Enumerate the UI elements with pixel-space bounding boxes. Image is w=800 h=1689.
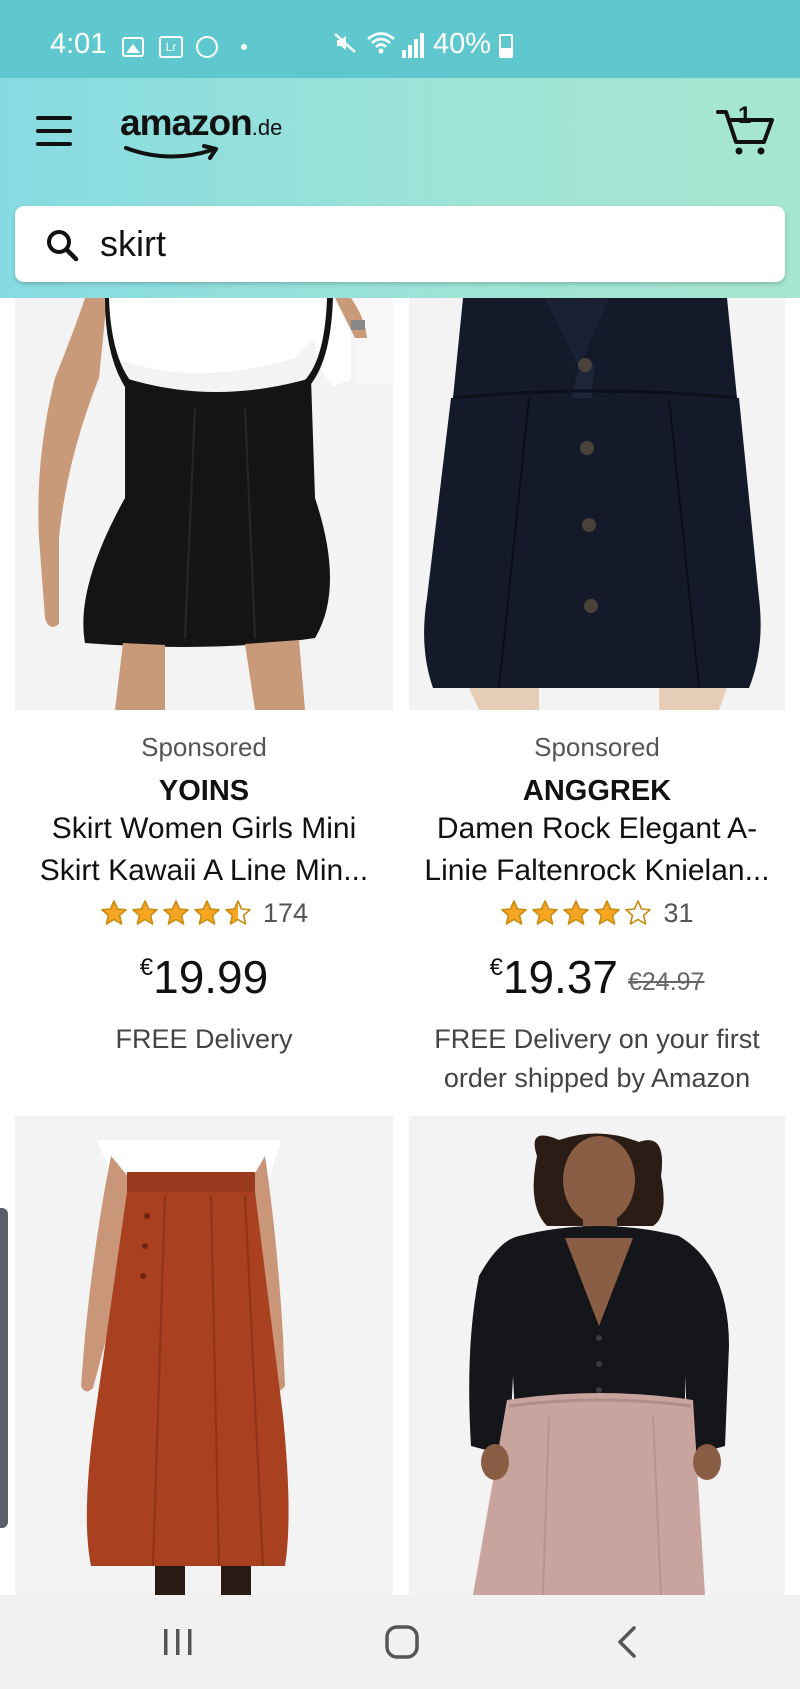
product-brand: YOINS [158,775,250,807]
product-title-line1[interactable]: Skirt Women Girls Mini [15,808,393,850]
star-rating [500,899,655,927]
amazon-logo[interactable]: amazon.de [120,102,282,162]
star-icon [225,900,251,925]
delivery-text: FREE Delivery [115,1024,293,1054]
star-icon [194,900,220,925]
recents-button[interactable] [148,1617,208,1667]
star-icon [163,900,189,925]
cart-count-badge: 1 [738,102,752,129]
product-image[interactable] [409,1116,785,1595]
star-icon [532,900,559,925]
wifi-icon [366,30,396,56]
logo-smile-icon [124,144,218,160]
product-title-line2[interactable]: Skirt Kawaii A Line Min... [15,850,393,892]
logo-tld: .de [251,115,283,140]
delivery-text: FREE Delivery on your first order shippe… [409,1020,785,1098]
more-notifications-icon [241,44,247,50]
gallery-icon [122,37,144,57]
delivery-line2: order shipped by Amazon [443,1063,751,1093]
star-rating [100,899,255,927]
price: € 19.99 [15,950,393,1004]
price-currency: € [139,954,154,981]
recents-icon [164,1629,192,1655]
price: € 19.37 €24.97 [409,950,785,1004]
edge-panel-handle[interactable] [0,1208,8,1528]
product-brand: ANGGREK [522,775,672,807]
old-price: €24.97 [628,968,705,996]
rating-count: 31 [663,897,694,928]
rating-row[interactable]: 31 [409,896,785,930]
search-bar[interactable] [15,206,785,282]
mute-icon [333,30,357,56]
back-button[interactable] [596,1617,656,1667]
home-icon [385,1625,419,1659]
battery-icon [499,34,513,58]
product-title-line1[interactable]: Damen Rock Elegant A- [409,808,785,850]
app-header: amazon.de 1 [0,78,800,298]
signal-icon [402,32,426,58]
star-icon [132,900,158,925]
rating-count: 174 [262,897,309,928]
back-icon [618,1626,636,1658]
price-currency: € [489,954,503,981]
star-icon [101,900,127,925]
search-input[interactable] [100,206,740,282]
logo-text: amazon [120,102,253,143]
sponsored-label: Sponsored [534,732,660,762]
product-image[interactable] [409,298,785,710]
system-nav-bar [0,1595,800,1689]
star-icon [625,900,652,925]
status-bar: 4:01 Lr 40% [0,0,800,78]
price-amount: 19.37 [502,951,618,1003]
lightroom-icon: Lr [159,36,183,58]
product-image[interactable] [15,298,393,710]
star-icon [594,900,621,925]
star-icon [501,900,528,925]
product-image[interactable] [15,1116,393,1595]
status-time: 4:01 [50,28,107,60]
search-icon[interactable] [45,228,79,262]
cart-button[interactable]: 1 [716,102,774,156]
price-amount: 19.99 [153,951,269,1003]
product-title-line2[interactable]: Linie Faltenrock Knielan... [409,850,785,892]
delivery-line1: FREE Delivery on your first [434,1024,760,1054]
sponsored-label: Sponsored [141,732,267,762]
rating-row[interactable]: 174 [15,896,393,930]
battery-percent: 40% [433,28,492,60]
product-info[interactable]: Sponsored YOINS Skirt Women Girls Mini S… [15,732,393,1059]
product-grid: Sponsored YOINS Skirt Women Girls Mini S… [0,298,800,1595]
product-info[interactable]: Sponsored ANGGREK Damen Rock Elegant A- … [409,732,785,1098]
globe-icon [196,36,218,58]
home-button[interactable] [372,1617,432,1667]
star-icon [563,900,590,925]
menu-button[interactable] [36,116,74,148]
